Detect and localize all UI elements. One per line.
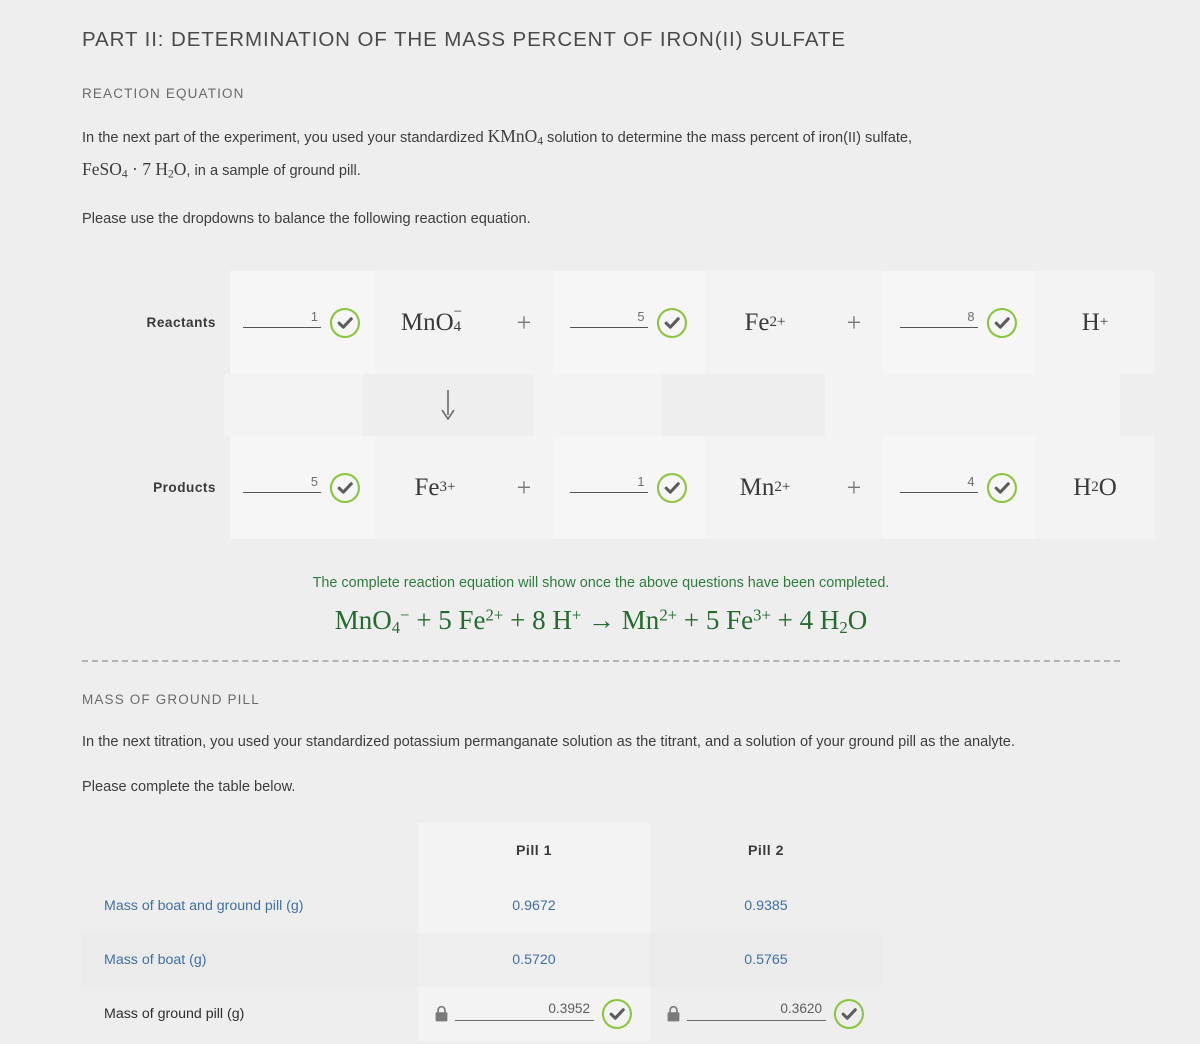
product-coefficient-dropdown-2[interactable]: 1 xyxy=(553,436,705,540)
lab-report-page: PART II: DETERMINATION OF THE MASS PERCE… xyxy=(0,0,1200,1042)
reactant-coefficient-value-2[interactable]: 5 xyxy=(569,309,648,329)
reactant-coefficient-dropdown-2[interactable]: 5 xyxy=(553,271,705,375)
table-row: Mass of boat (g) 0.5720 0.5765 xyxy=(82,933,882,988)
reactant-species-3: H + xyxy=(1035,271,1155,375)
plus-operator-3: + xyxy=(495,436,553,540)
arrow-container xyxy=(363,374,534,436)
arrow-row-panel-left xyxy=(223,374,364,437)
balanced-equation-display: MnO4− + 5 Fe2+ + 8 H+ → Mn2+ + 5 Fe3+ + … xyxy=(334,605,868,638)
arrow-row-panel-mid xyxy=(533,374,661,437)
value-mass-boat-and-pill-pill2: 0.9385 xyxy=(744,898,788,915)
row-label-mass-boat-and-pill: Mass of boat and ground pill (g) xyxy=(104,898,304,915)
direction-arrow-row xyxy=(82,374,1120,437)
mass-data-table: Pill 1 Pill 2 Mass of boat and ground pi… xyxy=(82,823,882,1042)
check-circle-icon xyxy=(833,999,864,1030)
section-heading-mass-of-ground-pill: MASS OF GROUND PILL xyxy=(82,692,260,708)
products-row: Products 5 Fe 3+ + 1 Mn 2+ + 4 H 2 O xyxy=(82,436,1155,540)
input-cell-ground-pill-pill2[interactable]: 0.3620 xyxy=(650,987,882,1041)
section-heading-reaction-equation: REACTION EQUATION xyxy=(82,86,245,101)
table-row: Mass of ground pill (g) 0.3952 0.3620 xyxy=(82,987,882,1042)
ground-pill-value-pill2[interactable]: 0.3620 xyxy=(687,1001,826,1022)
table-header-pill-2: Pill 2 xyxy=(747,843,785,860)
check-circle-icon xyxy=(986,307,1017,338)
product-species-3: H2O xyxy=(1035,436,1155,540)
check-circle-icon xyxy=(329,307,360,338)
page-title: PART II: DETERMINATION OF THE MASS PERCE… xyxy=(82,28,846,51)
arrow-row-panel-right xyxy=(824,374,1120,437)
reactant-coefficient-value-1[interactable]: 1 xyxy=(243,309,321,329)
value-mass-boat-pill1: 0.5720 xyxy=(418,933,650,988)
coefficient-widget[interactable]: 1 xyxy=(243,306,362,340)
products-label: Products xyxy=(153,480,216,496)
reaction-intro-text-b: solution to determine the mass percent o… xyxy=(543,130,913,146)
coefficient-widget[interactable]: 4 xyxy=(899,471,1019,505)
reaction-intro-text-c: , in a sample of ground pill. xyxy=(186,162,361,179)
ground-pill-value-pill1[interactable]: 0.3952 xyxy=(455,1001,594,1022)
plus-operator-1: + xyxy=(495,271,553,375)
answer-input-group[interactable]: 0.3952 xyxy=(418,997,650,1031)
lock-icon xyxy=(435,1006,448,1022)
value-mass-boat-and-pill-pill1: 0.9672 xyxy=(418,879,650,934)
product-coefficient-dropdown-1[interactable]: 5 xyxy=(230,436,375,540)
reactant-species-1: MnO −4 xyxy=(375,271,495,375)
reaction-intro-paragraph: In the next part of the experiment, you … xyxy=(82,123,1120,188)
table-instruction: Please complete the table below. xyxy=(82,779,296,796)
lock-icon xyxy=(667,1006,680,1022)
completion-note: The complete reaction equation will show… xyxy=(312,575,890,592)
reactant-coefficient-dropdown-3[interactable]: 8 xyxy=(883,271,1035,375)
balance-equation-widget: Reactants 1 MnO −4 + 5 Fe 2+ + 8 H + Pro… xyxy=(82,271,1155,540)
reactant-coefficient-dropdown-1[interactable]: 1 xyxy=(230,271,375,375)
arrow-down-icon xyxy=(442,390,455,420)
input-cell-ground-pill-pill1[interactable]: 0.3952 xyxy=(418,987,650,1042)
product-coefficient-value-3[interactable]: 4 xyxy=(899,474,978,494)
kmno4-formula: KMnO4 xyxy=(487,126,543,148)
value-mass-boat-pill2: 0.5765 xyxy=(650,933,882,988)
product-coefficient-value-1[interactable]: 5 xyxy=(243,474,321,494)
table-header-pill-1: Pill 1 xyxy=(418,823,650,880)
product-coefficient-value-2[interactable]: 1 xyxy=(569,474,648,494)
product-coefficient-dropdown-3[interactable]: 4 xyxy=(883,436,1035,540)
row-label-mass-boat: Mass of boat (g) xyxy=(82,933,418,988)
check-circle-icon xyxy=(601,999,632,1030)
reactants-label: Reactants xyxy=(146,315,216,331)
check-circle-icon xyxy=(656,472,687,503)
coefficient-widget[interactable]: 5 xyxy=(243,471,362,505)
answer-input-group[interactable]: 0.3620 xyxy=(650,997,882,1031)
feso4-7h2o-formula: FeSO4 · 7 H2O xyxy=(82,158,187,181)
check-circle-icon xyxy=(656,307,687,338)
product-species-2: Mn 2+ xyxy=(705,436,825,540)
reaction-intro-text-a: In the next part of the experiment, you … xyxy=(82,130,488,146)
coefficient-widget[interactable]: 5 xyxy=(569,306,689,340)
reactant-coefficient-value-3[interactable]: 8 xyxy=(899,309,978,329)
mass-intro-paragraph: In the next titration, you used your sta… xyxy=(82,734,1015,751)
plus-operator-2: + xyxy=(825,271,883,375)
plus-operator-4: + xyxy=(825,436,883,540)
reactant-species-2: Fe 2+ xyxy=(705,271,825,375)
dropdown-instruction: Please use the dropdowns to balance the … xyxy=(82,211,531,228)
check-circle-icon xyxy=(329,472,360,503)
coefficient-widget[interactable]: 1 xyxy=(569,471,689,505)
reactants-row: Reactants 1 MnO −4 + 5 Fe 2+ + 8 H + xyxy=(82,271,1155,375)
row-label-mass-ground-pill: Mass of ground pill (g) xyxy=(104,1006,245,1023)
table-header-row: Pill 1 Pill 2 xyxy=(82,823,882,880)
mno4-charge-stack: −4 xyxy=(453,304,463,336)
product-species-1: Fe 3+ xyxy=(375,436,495,540)
section-divider xyxy=(82,660,1120,663)
check-circle-icon xyxy=(986,472,1017,503)
table-row: Mass of boat and ground pill (g) 0.9672 … xyxy=(82,879,882,934)
coefficient-widget[interactable]: 8 xyxy=(899,306,1019,340)
table-header-blank xyxy=(82,823,418,879)
